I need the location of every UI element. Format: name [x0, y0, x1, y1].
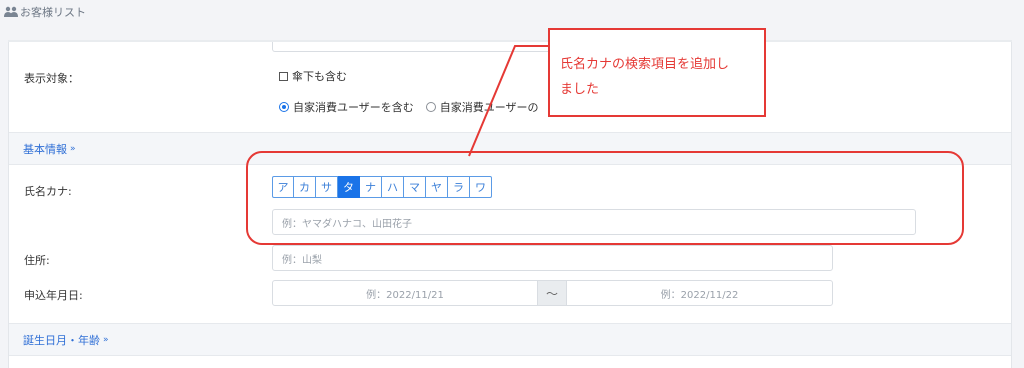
section-basic-info[interactable]: 基本情報 »: [9, 132, 1011, 165]
kana-button-ra[interactable]: ラ: [448, 176, 470, 198]
kana-search-input[interactable]: 例：ヤマダハナコ、山田花子: [272, 209, 916, 235]
top-input-field[interactable]: [272, 42, 572, 52]
radio-exclude-self-consumption[interactable]: [425, 102, 436, 112]
date-range-separator: 〜: [537, 280, 567, 306]
kana-label: 氏名カナ:: [24, 185, 72, 198]
date-to-input[interactable]: 例：2022/11/22: [566, 280, 833, 306]
kana-button-ya[interactable]: ヤ: [426, 176, 448, 198]
annotation-line-2: ました: [560, 82, 600, 97]
apply-date-label: 申込年月日:: [24, 289, 83, 302]
annotation-line-1: 氏名カナの検索項目を追加し: [560, 57, 730, 72]
radio-exclude-label: 自家消費ユーザーの: [439, 101, 539, 114]
radio-include-self-consumption[interactable]: [279, 102, 289, 112]
checkbox-box[interactable]: [279, 71, 288, 81]
kana-button-a[interactable]: ア: [272, 176, 294, 198]
address-label: 住所:: [24, 254, 50, 267]
address-input[interactable]: 例：山梨: [272, 245, 833, 271]
double-chevron-down-icon: »: [70, 143, 76, 154]
kana-button-sa[interactable]: サ: [316, 176, 338, 198]
radio-include-label: 自家消費ユーザーを含む: [293, 101, 414, 114]
self-consumption-radio-group: 自家消費ユーザーを含む 自家消費ユーザーの: [279, 99, 539, 115]
users-icon: [4, 6, 18, 17]
page-title: お客様リスト: [20, 6, 86, 19]
kana-button-ta[interactable]: タ: [338, 176, 360, 198]
kana-button-ma[interactable]: マ: [404, 176, 426, 198]
section-birthday-age-title: 誕生日月・年齢: [23, 333, 100, 347]
kana-button-ha[interactable]: ハ: [382, 176, 404, 198]
kana-button-ka[interactable]: カ: [294, 176, 316, 198]
page-header: お客様リスト: [0, 0, 1024, 24]
section-basic-info-title: 基本情報: [23, 142, 67, 156]
annotation-callout: 氏名カナの検索項目を追加し ました: [548, 28, 766, 117]
kana-filter-buttons: ア カ サ タ ナ ハ マ ヤ ラ ワ: [272, 176, 492, 198]
kana-button-wa[interactable]: ワ: [470, 176, 492, 198]
date-from-input[interactable]: 例：2022/11/21: [272, 280, 538, 306]
double-chevron-down-icon: »: [103, 334, 109, 345]
include-subordinates-checkbox[interactable]: 傘下も含む: [279, 68, 347, 84]
search-panel: [8, 42, 1012, 368]
kana-button-na[interactable]: ナ: [360, 176, 382, 198]
section-birthday-age[interactable]: 誕生日月・年齢 »: [9, 323, 1011, 356]
checkbox-label: 傘下も含む: [292, 70, 347, 83]
display-target-label: 表示対象：: [24, 72, 79, 85]
